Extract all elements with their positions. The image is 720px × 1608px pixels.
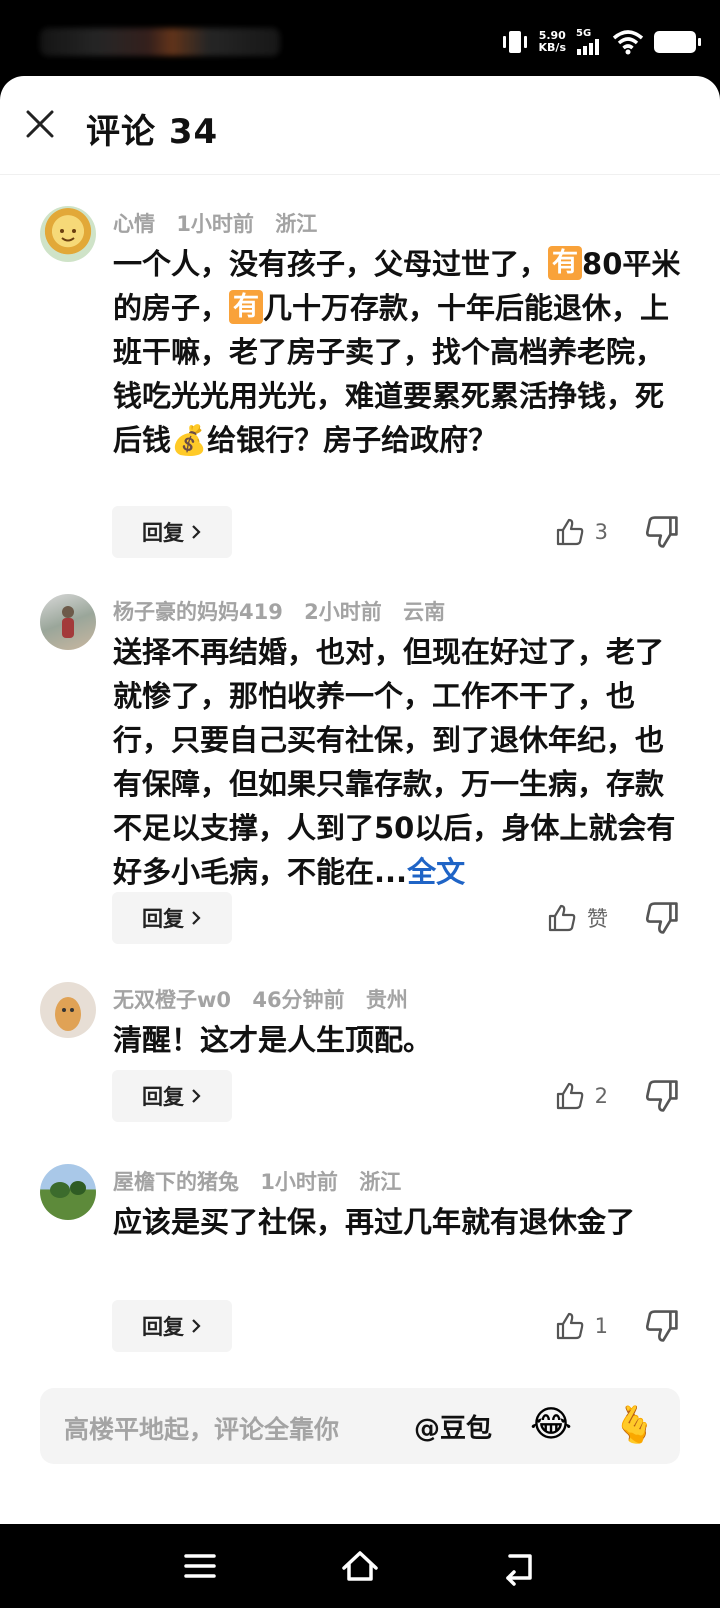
comment-time: 1小时前 [260,1170,338,1194]
comment-location: 浙江 [359,1170,402,1194]
comment-meta: 心情 1小时前 浙江 [113,208,331,238]
comment-text: 送择不再结婚，也对，但现在好过了，老了就惨了，那怕收养一个，工作不干了，也行，只… [113,635,676,889]
comment-location: 浙江 [275,212,318,236]
status-indicators: 5.90 KB/s 5G [501,26,701,58]
vibrate-icon [502,31,527,53]
comment-text: 清醒！这才是人生顶配。 [113,1023,433,1057]
close-icon[interactable] [22,106,58,142]
like-button[interactable]: 3 [555,512,608,552]
comment-meta: 屋檐下的猪兔 1小时前 浙江 [113,1166,415,1196]
comment-header: 评论 34 [0,76,720,175]
like-icon [556,1082,583,1110]
dislike-icon[interactable] [644,900,680,936]
chevron-right-icon [192,525,201,539]
reply-button[interactable]: 回复 [112,892,232,944]
avatar[interactable] [40,594,96,650]
system-nav-bar [0,1524,720,1608]
like-icon [556,518,583,546]
chevron-right-icon [192,911,201,925]
comment-location: 云南 [403,600,446,624]
comment-sheet: 评论 34 心情 1小时前 浙江 一个人，没有孩子，父母过世了，有 80平米的房子… [0,76,720,1524]
laughing-emoji-button[interactable]: 😂 [530,1404,572,1445]
comment-time: 46分钟前 [252,988,345,1012]
net-speed: 5.90 KB/s [538,29,566,54]
read-more-link[interactable]: 全文 [407,855,465,889]
comment-location: 贵州 [365,988,408,1012]
battery-icon [654,31,701,53]
like-icon [556,1312,583,1340]
username[interactable]: 屋檐下的猪兔 [113,1170,239,1194]
avatar[interactable] [40,982,96,1038]
like-count: 赞 [587,907,608,931]
avatar[interactable] [40,1164,96,1220]
like-icon [548,904,576,932]
comment-time: 2小时前 [304,600,382,624]
comment-text: 一个人，没有孩子，父母过世了，有 80平米的房子，有几十万存款，十年后能退休，上班… [113,246,681,457]
network-type: 5G [576,28,592,39]
like-count: 2 [594,1084,608,1108]
money-bag-emoji: 💰 [171,423,208,457]
username[interactable]: 心情 [113,212,155,236]
reply-button[interactable]: 回复 [112,1300,232,1352]
cartoon-avatar-icon [55,997,81,1031]
landscape-avatar-icon [50,1181,86,1198]
like-button[interactable]: 1 [555,1306,608,1346]
avatar[interactable] [40,206,96,262]
you-emoji-badge: 有 [229,290,264,324]
mention-doubao-button[interactable]: @豆包 [414,1408,492,1445]
page-title: 评论 34 [86,112,219,152]
like-count: 1 [594,1314,608,1338]
back-icon[interactable] [500,1546,540,1586]
like-count: 3 [594,520,608,544]
sunflower-avatar-icon [60,229,76,242]
reply-button[interactable]: 回复 [112,506,232,558]
wifi-icon [612,30,644,55]
like-button[interactable]: 赞 [547,898,608,938]
dislike-icon[interactable] [644,1078,680,1114]
you-emoji-badge: 有 [548,246,583,280]
dislike-icon[interactable] [644,1308,680,1344]
notification-icons [40,28,280,56]
username[interactable]: 无双橙子w0 [113,988,231,1012]
signal-icon [577,39,599,55]
chevron-right-icon [192,1319,201,1333]
chevron-right-icon [192,1089,201,1103]
like-button[interactable]: 2 [555,1076,608,1116]
username[interactable]: 杨子豪的妈妈419 [113,600,283,624]
menu-icon[interactable] [180,1546,220,1586]
input-placeholder: 高楼平地起，评论全靠你 [64,1415,340,1444]
home-icon[interactable] [340,1546,380,1586]
comment-text: 应该是买了社保，再过几年就有退休金了 [113,1205,636,1239]
signal-group: 5G [576,29,602,55]
status-bar: 5.90 KB/s 5G [0,0,720,80]
comment-meta: 杨子豪的妈妈419 2小时前 云南 [113,596,459,626]
comment-time: 1小时前 [176,212,254,236]
comment-input[interactable]: 高楼平地起，评论全靠你 @豆包 😂 🫰 [40,1388,680,1464]
heart-hand-emoji-button[interactable]: 🫰 [612,1404,657,1446]
comment-meta: 无双橙子w0 46分钟前 贵州 [113,984,422,1014]
reply-button[interactable]: 回复 [112,1070,232,1122]
dislike-icon[interactable] [644,514,680,550]
person-avatar-icon [62,606,74,638]
